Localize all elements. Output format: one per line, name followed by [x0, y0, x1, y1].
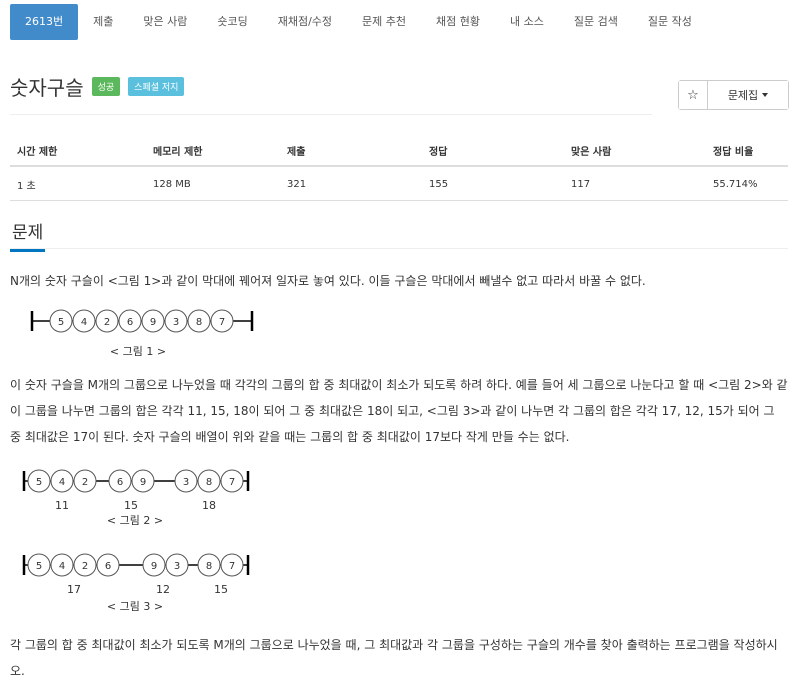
bead-label: 2 [82, 477, 88, 488]
header-time-limit: 시간 제한 [10, 136, 146, 167]
bead-label: 7 [219, 317, 225, 328]
bead-label: 8 [206, 561, 212, 572]
info-value-row: 1 초 128 MB 321 155 117 55.714% [10, 166, 788, 201]
bead-label: 5 [58, 317, 64, 328]
nav-submit[interactable]: 제출 [78, 4, 128, 40]
figure-caption: < 그림 2 > [107, 514, 163, 527]
value-time-limit: 1 초 [10, 166, 146, 201]
header-accepted: 정답 [422, 136, 564, 167]
bead-label: 8 [206, 477, 212, 488]
problem-actions: ☆ 문제집 [678, 80, 789, 110]
bead-label: 8 [196, 317, 202, 328]
info-header-row: 시간 제한 메모리 제한 제출 정답 맞은 사람 정답 비율 [10, 136, 788, 167]
nav-rejudge[interactable]: 재채점/수정 [263, 4, 347, 40]
bead-label: 2 [104, 317, 110, 328]
bead-label: 2 [82, 561, 88, 572]
figure-caption: < 그림 1 > [110, 345, 166, 358]
bead-label: 4 [59, 477, 65, 488]
problem-nav: 2613번 제출 맞은 사람 숏코딩 재채점/수정 문제 추천 채점 현황 내 … [10, 4, 707, 40]
problem-title-row: 숫자구슬 성공 스페셜 저지 [10, 72, 185, 101]
figure-3: 5 4 2 6 9 3 8 7 17 12 15 < 그림 3 > [22, 553, 250, 613]
bead-label: 9 [151, 561, 157, 572]
value-memory-limit: 128 MB [146, 166, 280, 201]
value-accepted: 155 [422, 166, 564, 201]
section-title: 문제 [10, 214, 46, 252]
group-sum: 17 [67, 583, 81, 596]
bead-label: 7 [229, 477, 235, 488]
star-button[interactable]: ☆ [679, 81, 708, 109]
bead-label: 4 [81, 317, 87, 328]
bead-label: 3 [174, 561, 180, 572]
group-sum: 15 [214, 583, 228, 596]
nav-question-write[interactable]: 질문 작성 [633, 4, 707, 40]
bead-label: 4 [59, 561, 65, 572]
group-sum: 11 [55, 499, 69, 512]
nav-recommend[interactable]: 문제 추천 [347, 4, 421, 40]
description-paragraph-2: 이 숫자 구슬을 M개의 그룹으로 나누었을 때 각각의 그룹의 합 중 최대값… [10, 378, 788, 444]
problem-info-table: 시간 제한 메모리 제한 제출 정답 맞은 사람 정답 비율 1 초 128 M… [10, 136, 788, 201]
nav-accepted-users[interactable]: 맞은 사람 [128, 4, 202, 40]
figure-2: 5 4 2 6 9 3 8 7 11 15 18 < 그림 2 > [22, 469, 250, 527]
header-ratio: 정답 비율 [706, 136, 788, 167]
description-paragraph-3: 각 그룹의 합 중 최대값이 최소가 되도록 M개의 그룹으로 나누었을 때, … [10, 638, 778, 678]
success-badge: 성공 [91, 77, 121, 96]
group-sum: 18 [202, 499, 216, 512]
problemset-dropdown[interactable]: 문제집 [708, 81, 788, 109]
bead-label: 3 [183, 477, 189, 488]
header-accepted-users: 맞은 사람 [564, 136, 706, 167]
figure-1: 5 4 2 6 9 3 8 7 < 그림 1 > [30, 309, 254, 358]
bead-label: 7 [229, 561, 235, 572]
value-ratio: 55.714% [706, 166, 788, 201]
bead-label: 9 [140, 477, 146, 488]
nav-problem-number[interactable]: 2613번 [10, 4, 79, 40]
caret-down-icon [762, 93, 769, 97]
nav-short-coding[interactable]: 숏코딩 [202, 4, 262, 40]
nav-status[interactable]: 채점 현황 [421, 4, 495, 40]
bead-label: 5 [36, 477, 42, 488]
bead-label: 6 [105, 561, 111, 572]
bead-label: 3 [173, 317, 179, 328]
figure-caption: < 그림 3 > [107, 600, 163, 613]
value-submissions: 321 [280, 166, 422, 201]
problem-section-header: 문제 [10, 214, 788, 252]
bead-label: 9 [150, 317, 156, 328]
nav-question-search[interactable]: 질문 검색 [559, 4, 633, 40]
header-memory-limit: 메모리 제한 [146, 136, 280, 167]
nav-my-source[interactable]: 내 소스 [495, 4, 559, 40]
bead-label: 6 [127, 317, 133, 328]
problemset-label: 문제집 [727, 89, 759, 102]
bead-label: 6 [117, 477, 123, 488]
header-submissions: 제출 [280, 136, 422, 167]
value-accepted-users: 117 [564, 166, 706, 201]
group-sum: 15 [124, 499, 138, 512]
group-sum: 12 [156, 583, 170, 596]
bead-label: 5 [36, 561, 42, 572]
title-divider [10, 114, 652, 115]
description-paragraph-1: N개의 숫자 구슬이 <그림 1>과 같이 막대에 꿰어져 일자로 놓여 있다.… [10, 274, 646, 288]
special-judge-badge: 스페셜 저지 [128, 77, 185, 96]
star-icon: ☆ [687, 87, 699, 103]
problem-title: 숫자구슬 [10, 76, 84, 100]
